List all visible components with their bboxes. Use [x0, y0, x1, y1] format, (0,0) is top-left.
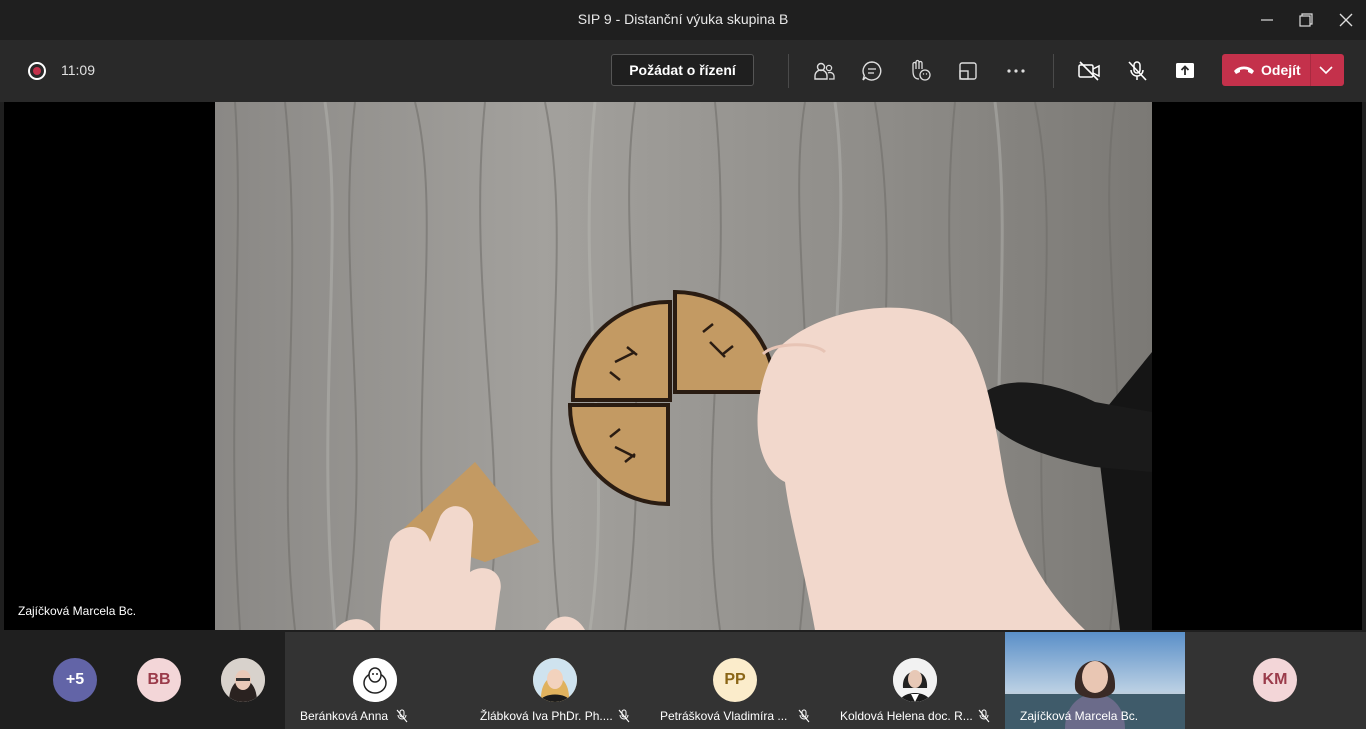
speaker-name-label: Zajíčková Marcela Bc.: [18, 604, 137, 618]
participant-photo: [533, 658, 577, 702]
toolbar-divider: [788, 54, 789, 88]
participant-tile[interactable]: Beránková Anna: [285, 632, 465, 729]
participant-name: Petrášková Vladimíra ...: [660, 709, 788, 723]
mic-off-icon: [978, 709, 990, 723]
share-tray-icon: [959, 62, 977, 80]
microphone-toggle-button[interactable]: [1122, 56, 1152, 86]
restore-icon: [1299, 13, 1313, 27]
chevron-down-icon[interactable]: [1319, 64, 1333, 76]
camera-toggle-button[interactable]: [1074, 56, 1104, 86]
overflow-participants-badge[interactable]: +5: [53, 658, 97, 702]
avatar[interactable]: BB: [137, 658, 181, 702]
close-icon: [1339, 13, 1353, 27]
chat-icon: [862, 61, 882, 81]
participant-tile[interactable]: PP Petrášková Vladimíra ...: [645, 632, 825, 729]
participant-name: Koldová Helena doc. R...: [840, 709, 973, 723]
participants-button[interactable]: [809, 56, 839, 86]
minimize-icon: [1261, 19, 1273, 21]
leave-button[interactable]: Odejít: [1222, 54, 1344, 86]
avatar: [533, 658, 577, 702]
mic-off-icon: [1128, 61, 1147, 81]
participants-icon: [814, 62, 835, 80]
participant-name: Beránková Anna: [300, 709, 389, 723]
video-frame-image: [215, 102, 1152, 630]
avatar[interactable]: [221, 658, 265, 702]
close-button[interactable]: [1331, 6, 1361, 34]
chat-button[interactable]: [857, 56, 887, 86]
participant-name: Žlábková Iva PhDr. Ph....: [480, 709, 613, 723]
window-title: SIP 9 - Distanční výuka skupina B: [577, 11, 789, 27]
participant-tile[interactable]: KM: [1185, 632, 1366, 729]
participant-tile[interactable]: Žlábková Iva PhDr. Ph....: [465, 632, 645, 729]
reactions-icon: [912, 59, 931, 81]
participant-gallery: +5 BB Beránková Anna Žlábková Iva PhDr. …: [0, 632, 1366, 729]
share-screen-icon: [1176, 63, 1194, 78]
share-screen-button[interactable]: [1170, 56, 1200, 86]
more-options-button[interactable]: [1001, 56, 1031, 86]
camera-off-icon: [1078, 61, 1100, 81]
participant-tile[interactable]: Koldová Helena doc. R...: [825, 632, 1005, 729]
participant-name: Zajíčková Marcela Bc.: [1020, 709, 1139, 723]
avatar: PP: [713, 658, 757, 702]
minimize-button[interactable]: [1252, 6, 1282, 34]
reactions-button[interactable]: [905, 56, 935, 86]
mic-off-icon: [396, 709, 408, 723]
participant-photo: [893, 658, 937, 702]
sheep-avatar-icon: [353, 658, 397, 702]
leave-label: Odejít: [1261, 62, 1301, 78]
request-control-button[interactable]: Požádat o řízení: [611, 54, 754, 86]
meeting-timer: 11:09: [61, 62, 95, 78]
restore-button[interactable]: [1291, 6, 1321, 34]
title-bar: SIP 9 - Distanční výuka skupina B: [0, 0, 1366, 40]
meeting-toolbar: 11:09 Požádat o řízení Odejít: [0, 40, 1366, 102]
shared-video: [215, 102, 1152, 630]
mic-off-icon: [618, 709, 630, 723]
participant-photo: [221, 658, 265, 702]
participant-video-tile[interactable]: Zajíčková Marcela Bc.: [1005, 632, 1185, 729]
share-tray-button[interactable]: [953, 56, 983, 86]
recording-icon: [28, 62, 46, 80]
hang-up-icon: [1234, 66, 1254, 74]
toolbar-divider: [1053, 54, 1054, 88]
leave-divider: [1310, 54, 1311, 86]
more-options-icon: [1007, 69, 1025, 73]
mic-off-icon: [798, 709, 810, 723]
avatar: KM: [1253, 658, 1297, 702]
main-video-stage: Zajíčková Marcela Bc.: [4, 102, 1362, 630]
avatar: [893, 658, 937, 702]
avatar: [353, 658, 397, 702]
